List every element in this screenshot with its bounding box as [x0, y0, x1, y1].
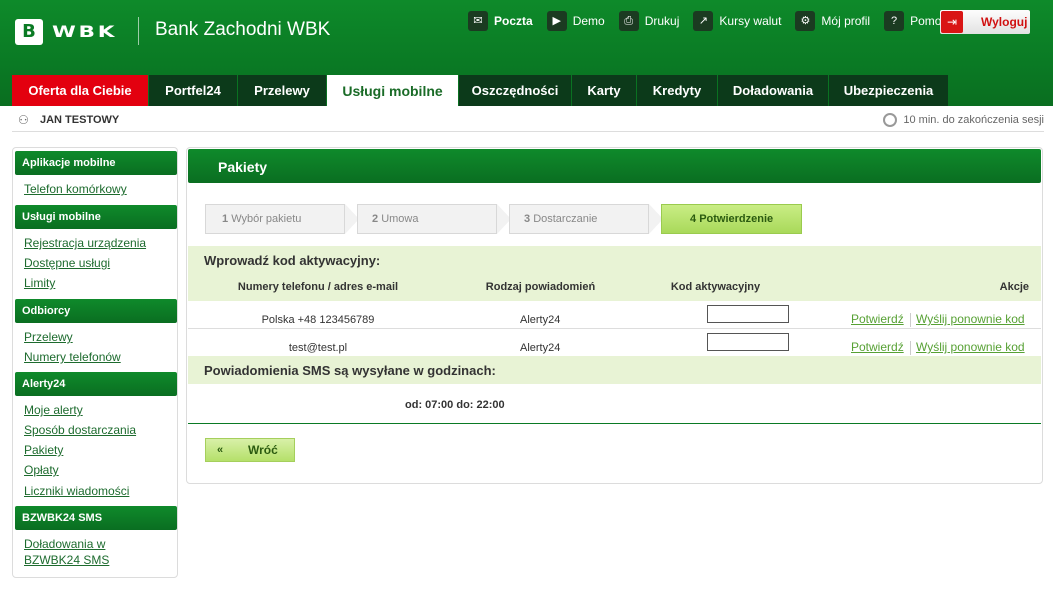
sidebar-link-rejestracja-urzadzenia[interactable]: Rejestracja urządzenia [24, 236, 146, 250]
tab-oszczednosci[interactable]: Oszczędności [459, 75, 571, 106]
sidebar-link-limity[interactable]: Limity [24, 276, 55, 290]
sidebar-link-przelewy[interactable]: Przelewy [24, 330, 73, 344]
session-timer: 10 min. do zakończenia sesji [883, 113, 1044, 127]
step-label: Potwierdzenie [699, 213, 774, 225]
sidebar-section-alerty24: Alerty24 [15, 372, 177, 396]
tab-kredyty[interactable]: Kredyty [637, 75, 717, 106]
action-separator [910, 341, 911, 355]
resend-code-link[interactable]: Wyślij ponownie kod [916, 340, 1025, 354]
sidebar-link-doladowania[interactable]: Doładowania w [24, 537, 105, 551]
sidebar-link-dostepne-uslugi[interactable]: Dostępne usługi [24, 256, 110, 270]
step-number: 3 [524, 213, 531, 225]
action-separator [910, 313, 911, 327]
activation-code-input[interactable] [707, 305, 789, 323]
mail-icon: ✉ [468, 11, 488, 31]
tab-doladowania[interactable]: Doładowania [718, 75, 828, 106]
user-bar: ⚇ JAN TESTOWY 10 min. do zakończenia ses… [12, 108, 1044, 132]
tab-przelewy[interactable]: Przelewy [238, 75, 326, 106]
header: B WBK Bank Zachodni WBK ✉ Poczta ▶ Demo … [0, 0, 1053, 106]
top-link-label: Kursy walut [719, 14, 782, 28]
activation-section-header: Wprowadź kod aktywacyjny: [188, 246, 1041, 274]
top-link-demo[interactable]: ▶ Demo [546, 11, 605, 31]
tab-uslugi-mobilne[interactable]: Usługi mobilne [327, 75, 458, 106]
column-header-contact: Numery telefonu / adres e-mail [188, 274, 448, 301]
row-contact: Polska +48 123456789 [261, 314, 375, 326]
top-link-poczta[interactable]: ✉ Poczta [468, 11, 533, 31]
sidebar-link-sposob-dostarczania[interactable]: Sposób dostarczania [24, 423, 136, 437]
step-number: 4 [690, 213, 697, 225]
confirm-link[interactable]: Potwierdź [851, 340, 904, 354]
top-link-moj-profil[interactable]: ⚙ Mój profil [795, 11, 870, 31]
row-type: Alerty24 [520, 342, 561, 354]
double-chevron-left-icon: « [216, 444, 224, 456]
activation-code-input[interactable] [707, 333, 789, 351]
main-nav: Oferta dla Ciebie Portfel24 Przelewy Usł… [12, 75, 949, 106]
bank-logo-icon[interactable]: B [15, 19, 43, 45]
printer-icon: ⎙ [618, 11, 639, 31]
top-link-label: Drukuj [644, 14, 680, 28]
gears-icon: ⚙ [795, 11, 816, 31]
logout-icon: ⇥ [941, 11, 963, 33]
clock-icon [883, 113, 898, 127]
back-button[interactable]: « Wróć [205, 438, 295, 462]
session-text: 10 min. do zakończenia sesji [903, 114, 1044, 126]
sidebar-link-moje-alerty[interactable]: Moje alerty [24, 403, 83, 417]
help-icon: ? [884, 11, 905, 31]
top-link-drukuj[interactable]: ⎙ Drukuj [618, 11, 680, 31]
sms-hours-section-header: Powiadomienia SMS są wysyłane w godzinac… [188, 356, 1041, 384]
logo-divider [138, 17, 139, 45]
sidebar: Aplikacje mobilne Telefon komórkowy Usłu… [12, 147, 178, 578]
main-panel: Pakiety 1 Wybór pakietu 2 Umowa 3 Dostar… [186, 147, 1043, 484]
top-link-label: Mój profil [821, 14, 871, 28]
back-label: Wróć [248, 443, 278, 457]
play-icon: ▶ [546, 11, 567, 31]
step-label: Wybór pakietu [231, 213, 302, 225]
row-divider [188, 328, 1041, 329]
step-number: 1 [222, 213, 229, 225]
top-links: ✉ Poczta ▶ Demo ⎙ Drukuj ↗ Kursy walut ⚙… [468, 10, 961, 32]
column-header-actions: Akcje [798, 274, 1041, 301]
sidebar-section-uslugi-mobilne: Usługi mobilne [15, 205, 177, 229]
chart-icon: ↗ [693, 11, 714, 31]
column-header-type: Rodzaj powiadomień [448, 274, 633, 301]
sidebar-link-telefon-komorkowy[interactable]: Telefon komórkowy [24, 182, 127, 196]
logout-label: Wyloguj [981, 15, 1028, 29]
logout-button[interactable]: ⇥ Wyloguj [940, 10, 1030, 34]
step-label: Dostarczanie [533, 213, 598, 225]
tab-portfel24[interactable]: Portfel24 [149, 75, 237, 106]
tab-oferta-dla-ciebie[interactable]: Oferta dla Ciebie [12, 75, 148, 106]
sidebar-section-bzwbk24-sms: BZWBK24 SMS [15, 506, 177, 530]
step-label: Umowa [381, 213, 419, 225]
step-3: 3 Dostarczanie [509, 204, 649, 234]
top-link-kursy-walut[interactable]: ↗ Kursy walut [693, 11, 781, 31]
step-4-active: 4 Potwierdzenie [661, 204, 802, 234]
bank-logo-text[interactable]: WBK [52, 22, 117, 41]
tab-karty[interactable]: Karty [572, 75, 636, 106]
row-contact: test@test.pl [288, 342, 348, 354]
user-icon: ⚇ [18, 113, 29, 127]
page-title: Pakiety [188, 149, 1041, 183]
confirm-link[interactable]: Potwierdź [851, 312, 904, 326]
sidebar-link-pakiety[interactable]: Pakiety [24, 443, 63, 457]
user-name: JAN TESTOWY [40, 114, 120, 126]
sidebar-link-bzwbk24-sms[interactable]: BZWBK24 SMS [24, 553, 109, 567]
resend-code-link[interactable]: Wyślij ponownie kod [916, 312, 1025, 326]
column-header-code: Kod aktywacyjny [633, 274, 798, 301]
top-link-label: Poczta [494, 14, 533, 28]
step-number: 2 [372, 213, 379, 225]
step-2: 2 Umowa [357, 204, 497, 234]
section-divider [188, 423, 1041, 424]
sidebar-link-numery-telefonow[interactable]: Numery telefonów [24, 350, 121, 364]
sidebar-link-oplaty[interactable]: Opłaty [24, 463, 59, 477]
sms-hours: od: 07:00 do: 22:00 [405, 399, 505, 411]
bank-name: Bank Zachodni WBK [155, 19, 331, 40]
sidebar-section-aplikacje-mobilne: Aplikacje mobilne [15, 151, 177, 175]
tab-ubezpieczenia[interactable]: Ubezpieczenia [829, 75, 948, 106]
top-link-pomoc[interactable]: ? Pomoc [884, 11, 947, 31]
top-link-label: Demo [572, 14, 605, 28]
step-1: 1 Wybór pakietu [205, 204, 345, 234]
row-type: Alerty24 [520, 314, 561, 326]
sidebar-section-odbiorcy: Odbiorcy [15, 299, 177, 323]
sidebar-link-liczniki-wiadomosci[interactable]: Liczniki wiadomości [24, 484, 129, 498]
